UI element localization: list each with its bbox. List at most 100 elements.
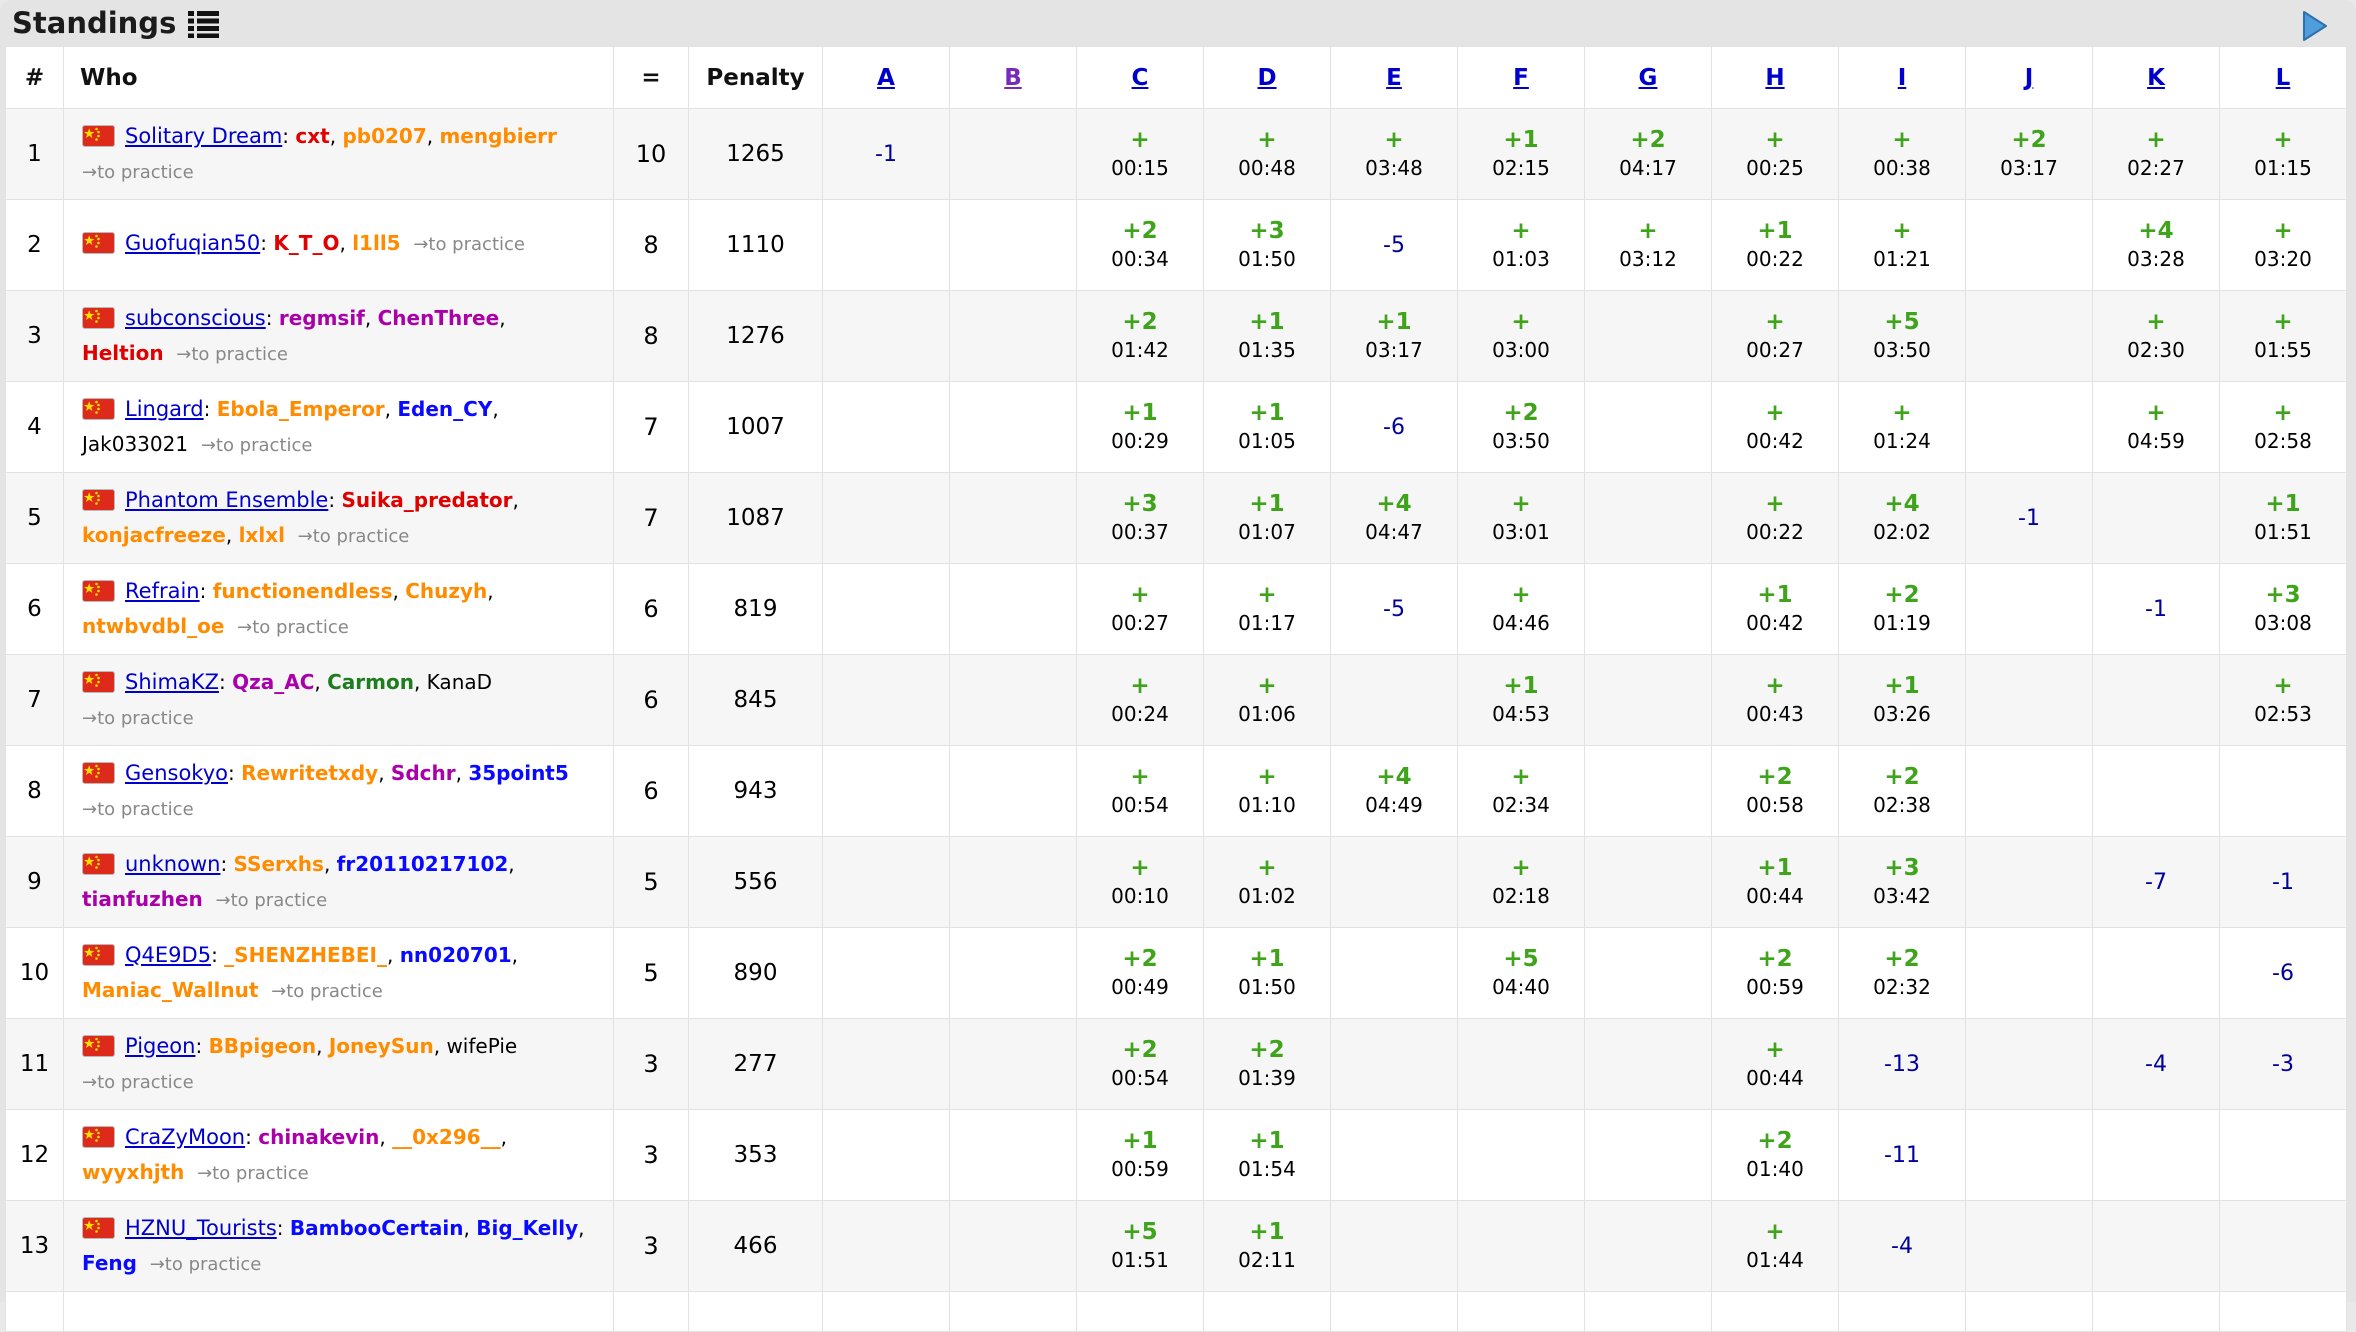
problem-cell-H: +00:25 [1712, 109, 1839, 200]
member-handle[interactable]: l1ll5 [352, 231, 400, 255]
problem-cell-H: +100:22 [1712, 200, 1839, 291]
practice-link[interactable]: →to practice [176, 344, 288, 365]
member-handle[interactable]: Eden_CY [397, 397, 492, 421]
problem-header-E[interactable]: E [1386, 65, 1402, 91]
practice-link[interactable]: →to practice [271, 981, 383, 1002]
team-link[interactable]: Guofuqian50 [125, 231, 260, 255]
practice-link[interactable]: →to practice [150, 1254, 262, 1275]
problem-header-D[interactable]: D [1257, 65, 1276, 91]
practice-link[interactable]: →to practice [237, 617, 349, 638]
member-handle[interactable]: nn020701 [400, 943, 512, 967]
member-handle[interactable]: __0x296__ [392, 1125, 501, 1149]
problem-header-L[interactable]: L [2276, 65, 2291, 91]
practice-link[interactable]: →to practice [82, 162, 194, 183]
standings-list-icon[interactable] [188, 9, 219, 42]
member-handle[interactable]: Suika_predator [341, 488, 512, 512]
team-link[interactable]: ShimaKZ [125, 670, 219, 694]
member-handle[interactable]: Maniac_Wallnut [82, 978, 258, 1002]
problem-header-B[interactable]: B [1004, 65, 1022, 91]
team-link[interactable]: Phantom Ensemble [125, 488, 328, 512]
accepted-time: 03:48 [1332, 156, 1456, 181]
practice-link[interactable]: →to practice [413, 234, 525, 255]
member-handle[interactable]: Jak033021 [82, 432, 188, 456]
team-link[interactable]: Solitary Dream [125, 124, 282, 148]
team-link[interactable]: HZNU_Tourists [125, 1216, 277, 1240]
member-handle[interactable]: Feng [82, 1251, 137, 1275]
rejected-attempts: -1 [2094, 597, 2218, 622]
member-handle[interactable]: Carmon [327, 670, 414, 694]
problem-header-H[interactable]: H [1765, 65, 1784, 91]
member-handle[interactable]: wifePie [446, 1034, 517, 1058]
problem-cell-C: +00:15 [1077, 109, 1204, 200]
member-handle[interactable]: Big_Kelly [476, 1216, 578, 1240]
problem-header-I[interactable]: I [1898, 65, 1907, 91]
member-handle[interactable]: konjacfreeze [82, 523, 226, 547]
member-handle[interactable]: chinakevin [258, 1125, 379, 1149]
practice-link[interactable]: →to practice [201, 435, 313, 456]
separator: : [195, 1034, 208, 1058]
member-handle[interactable]: _SHENZHEBEI_ [224, 943, 387, 967]
member-handle[interactable]: lxlxl [239, 523, 285, 547]
member-handle[interactable]: Sdchr [391, 761, 456, 785]
member-handle[interactable]: Qza_AC [232, 670, 314, 694]
problem-cell-C: +00:10 [1077, 837, 1204, 928]
member-handle[interactable]: functionendless [213, 579, 393, 603]
problem-cell-A [823, 837, 950, 928]
member-handle[interactable]: Ebola_Emperor [217, 397, 385, 421]
member-handle[interactable]: wyyxhjth [82, 1160, 184, 1184]
accepted-time: 03:26 [1840, 702, 1964, 727]
accepted-time: 02:18 [1459, 884, 1583, 909]
problem-header-F[interactable]: F [1513, 65, 1529, 91]
accepted-time: 03:20 [2221, 247, 2345, 272]
member-handle[interactable]: tianfuzhen [82, 887, 203, 911]
accepted-time: 03:08 [2221, 611, 2345, 636]
member-handle[interactable]: Chuzyh [405, 579, 487, 603]
team-link[interactable]: CraZyMoon [125, 1125, 245, 1149]
member-handle[interactable]: mengbierr [439, 124, 556, 148]
team-link[interactable]: subconscious [125, 306, 266, 330]
team-link[interactable]: Q4E9D5 [125, 943, 211, 967]
member-handle[interactable]: Rewritetxdy [241, 761, 378, 785]
problem-header-K[interactable]: K [2147, 65, 2165, 91]
practice-link[interactable]: →to practice [82, 799, 194, 820]
member-handle[interactable]: JoneySun [329, 1034, 434, 1058]
member-handle[interactable]: ChenThree [378, 306, 500, 330]
member-handle[interactable]: cxt [295, 124, 329, 148]
member-handle[interactable]: ntwbvdbl_oe [82, 614, 224, 638]
team-link[interactable]: Gensokyo [125, 761, 228, 785]
problem-header-G[interactable]: G [1639, 65, 1658, 91]
practice-link[interactable]: →to practice [197, 1163, 309, 1184]
member-handle[interactable]: SSerxhs [234, 852, 324, 876]
member-handle[interactable]: K_T_O [273, 231, 339, 255]
flag-china-icon [82, 1126, 115, 1157]
empty-cell [64, 1292, 614, 1332]
practice-link[interactable]: →to practice [82, 1072, 194, 1093]
practice-link[interactable]: →to practice [216, 890, 328, 911]
accepted-time: 04:49 [1332, 793, 1456, 818]
problem-header-J[interactable]: J [2025, 65, 2034, 91]
accepted-time: 00:44 [1713, 884, 1837, 909]
member-handle[interactable]: KanaD [427, 670, 492, 694]
practice-link[interactable]: →to practice [82, 708, 194, 729]
member-handle[interactable]: Heltion [82, 341, 164, 365]
problem-cell-D: +201:39 [1204, 1019, 1331, 1110]
member-handle[interactable]: regmsif [279, 306, 365, 330]
member-handle[interactable]: 35point5 [468, 761, 568, 785]
expand-arrow-icon[interactable] [2302, 11, 2328, 45]
member-handle[interactable]: fr20110217102 [337, 852, 509, 876]
team-link[interactable]: unknown [125, 852, 220, 876]
team-link[interactable]: Lingard [125, 397, 204, 421]
accepted-time: 01:15 [2221, 156, 2345, 181]
problem-cell-E: -5 [1331, 564, 1458, 655]
member-handle[interactable]: BambooCertain [290, 1216, 464, 1240]
member-handle[interactable]: pb0207 [342, 124, 426, 148]
team-link[interactable]: Pigeon [125, 1034, 195, 1058]
problem-header-C[interactable]: C [1132, 65, 1149, 91]
accepted-attempts: + [1078, 127, 1202, 154]
member-handle[interactable]: BBpigeon [209, 1034, 317, 1058]
problem-cell-G [1585, 1201, 1712, 1292]
problem-header-A[interactable]: A [877, 65, 895, 91]
team-link[interactable]: Refrain [125, 579, 200, 603]
practice-link[interactable]: →to practice [298, 526, 410, 547]
separator: , [487, 579, 493, 603]
